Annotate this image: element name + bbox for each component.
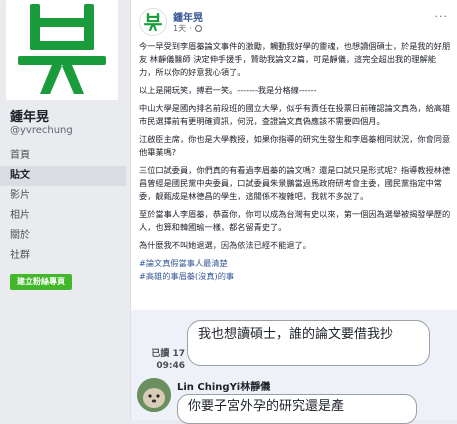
- page-name[interactable]: 鍾年晃: [10, 106, 49, 125]
- post-paragraph: 江啟臣主席，你也是大學教授，如果你指導的研究生發生和李眉蓁相同狀況，你會同意他畢…: [139, 134, 451, 157]
- post-meta: 1天 ·: [173, 23, 202, 34]
- nav-item-posts[interactable]: 貼文: [0, 166, 126, 186]
- nian-logo-icon: [18, 4, 106, 94]
- nav-item-videos[interactable]: 影片: [0, 186, 126, 206]
- post-timestamp[interactable]: 1天: [173, 23, 186, 34]
- incoming-message: Lin ChingYi林靜儀 你要子宮外孕的研究還是產: [137, 378, 452, 424]
- read-receipt: 已讀 17 09:46: [141, 348, 185, 372]
- sender-avatar: [137, 378, 171, 412]
- read-time: 09:46: [156, 361, 185, 371]
- page-handle: @yvrechung: [10, 125, 73, 136]
- hashtag-link[interactable]: #論文真假當事人最清楚: [139, 257, 451, 270]
- nian-logo-icon: [144, 13, 162, 31]
- page-avatar[interactable]: [6, 0, 118, 100]
- post-author-name[interactable]: 鍾年晃: [173, 9, 203, 24]
- hashtag-link[interactable]: #高雄的事眉蓁(沒真)的事: [139, 270, 451, 283]
- post-paragraph: 至於當事人李眉蓁，恭喜你，你可以成為台灣有史以來，第一個因為選舉被揭發學歷的人，…: [139, 209, 451, 232]
- post-author-avatar[interactable]: [139, 8, 167, 36]
- nav-item-home[interactable]: 首頁: [0, 146, 126, 166]
- more-dots-icon[interactable]: ···: [435, 10, 449, 23]
- post-paragraph: 今一早受到李眉蓁論文事件的激勵，觸動我好學的靈魂，也想讀個碩士，於是我的好朋友 …: [139, 41, 451, 77]
- post-paragraph: 為什麼我不叫她退選，因為依法已經不能退了。: [139, 240, 311, 250]
- post-card: 鍾年晃 1天 · ··· 今一早受到李眉蓁論文事件的激勵，觸動我好學的靈魂，也想…: [130, 0, 457, 424]
- dog-photo-icon: [137, 378, 171, 412]
- read-label: 已讀 17: [151, 349, 185, 359]
- post-paragraph: 三位口試委員，你們真的有看過李眉蓁的論文嗎？還是口試只是形式呢？指導教授林德昌曾…: [139, 165, 451, 201]
- my-message-bubble: 我也想讀碩士，誰的論文要借我抄: [187, 320, 430, 366]
- post-paragraph: 以上是開玩笑，搏君一笑。-------我是分格線------: [139, 85, 317, 95]
- post-body: 今一早受到李眉蓁論文事件的激勵，觸動我好學的靈魂，也想讀個碩士，於是我的好朋友 …: [139, 40, 451, 283]
- create-page-button[interactable]: 建立粉絲專頁: [10, 274, 72, 290]
- post-paragraph: 中山大學是國內排名前段班的國立大學，似乎有責任在投票日前確認論文真為，給高雄市民…: [139, 103, 451, 126]
- nav-item-community[interactable]: 社群: [0, 246, 126, 266]
- post-header: 鍾年晃 1天 · ···: [139, 8, 450, 36]
- page-nav: 首頁 貼文 影片 相片 關於 社群: [0, 146, 126, 266]
- page-sidebar: 鍾年晃 @yvrechung 首頁 貼文 影片 相片 關於 社群 建立粉絲專頁: [0, 0, 126, 420]
- globe-icon: [194, 25, 202, 32]
- nav-item-about[interactable]: 關於: [0, 226, 126, 246]
- sender-name: Lin ChingYi林靜儀: [177, 382, 271, 393]
- nav-item-photos[interactable]: 相片: [0, 206, 126, 226]
- chat-screenshot[interactable]: 我也想讀碩士，誰的論文要借我抄 已讀 17 09:46 Lin ChingYi林…: [131, 310, 457, 424]
